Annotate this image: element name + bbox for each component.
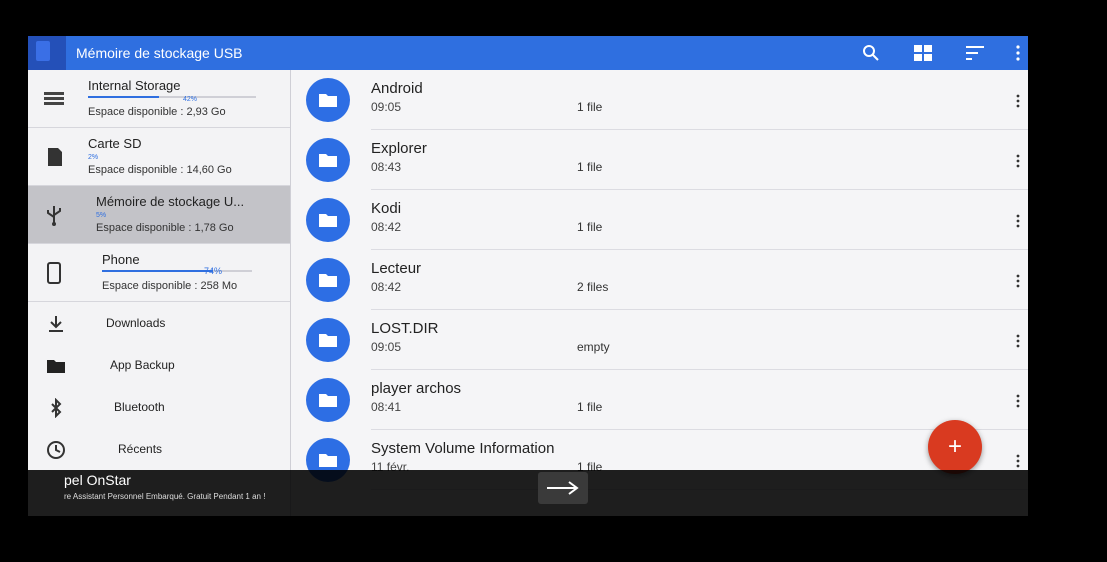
more-vert-icon[interactable]: [1016, 454, 1020, 468]
ad-text: re Assistant Personnel Embarqué. Gratuit…: [64, 492, 266, 501]
notification-overlay: pel OnStar re Assistant Personnel Embarq…: [28, 470, 1028, 516]
sidebar-item-app-backup[interactable]: App Backup: [28, 344, 290, 386]
file-count: 1 file: [577, 160, 603, 174]
folder-icon: [306, 318, 350, 362]
file-name: Explorer: [371, 140, 427, 157]
sort-icon: [966, 46, 984, 60]
file-date: 09:05: [371, 340, 402, 354]
sd-card-icon: [48, 148, 62, 166]
file-date: 08:41: [371, 400, 402, 414]
storage-usage-bar: [88, 96, 256, 98]
download-icon: [49, 316, 63, 332]
sidebar-item-label: Downloads: [106, 316, 166, 330]
file-name: Android: [371, 80, 423, 97]
file-date: 09:05: [371, 100, 402, 114]
search-icon: [863, 45, 879, 61]
more-vert-icon[interactable]: [1016, 154, 1020, 168]
list-item[interactable]: Lecteur 08:42 2 files: [291, 250, 1028, 310]
file-name: LOST.DIR: [371, 320, 439, 337]
sidebar: Internal Storage 42% Espace disponible :…: [28, 70, 291, 516]
file-name: System Volume Information: [371, 440, 555, 457]
storage-percent: 2%: [88, 154, 99, 161]
list-item[interactable]: Android 09:05 1 file: [291, 70, 1028, 130]
storage-name: Mémoire de stockage U...: [96, 194, 245, 209]
more-vert-icon[interactable]: [1016, 274, 1020, 288]
more-vert-icon[interactable]: [1016, 94, 1020, 108]
file-list: Android 09:05 1 file Explorer 08:43 1 fi…: [291, 70, 1028, 516]
sidebar-item-downloads[interactable]: Downloads: [28, 302, 290, 344]
arrow-right-icon: [547, 481, 579, 495]
file-name: player archos: [371, 380, 462, 397]
grid-view-icon: [914, 45, 932, 61]
sd-card-icon: [36, 41, 50, 61]
more-vert-icon: [1016, 45, 1020, 61]
file-name: Lecteur: [371, 260, 422, 277]
usb-icon: [47, 206, 61, 226]
storage-name: Internal Storage: [88, 78, 181, 93]
sidebar-item-sd-card[interactable]: Carte SD 2% Espace disponible : 14,60 Go: [28, 128, 290, 186]
file-manager-screen: Mémoire de stockage USB Internal Storage…: [28, 36, 1028, 516]
drawer-toggle-button[interactable]: [28, 36, 66, 70]
list-item[interactable]: Kodi 08:42 1 file: [291, 190, 1028, 250]
storage-free-space: Espace disponible : 2,93 Go: [88, 106, 226, 118]
folder-icon: [306, 78, 350, 122]
sidebar-item-recents[interactable]: Récents: [28, 428, 290, 470]
next-button[interactable]: [538, 472, 588, 504]
sidebar-item-internal-storage[interactable]: Internal Storage 42% Espace disponible :…: [28, 70, 290, 128]
sidebar-item-bluetooth[interactable]: Bluetooth: [28, 386, 290, 428]
more-vert-icon[interactable]: [1016, 394, 1020, 408]
add-button[interactable]: +: [928, 420, 982, 474]
storage-usage-bar: [102, 270, 252, 272]
file-date: 08:43: [371, 160, 402, 174]
phone-icon: [47, 262, 61, 284]
sidebar-item-usb-storage[interactable]: Mémoire de stockage U... 5% Espace dispo…: [28, 186, 290, 244]
sidebar-item-label: Récents: [118, 442, 163, 456]
clock-icon: [47, 441, 65, 459]
file-count: 1 file: [577, 100, 603, 114]
storage-free-space: Espace disponible : 1,78 Go: [96, 222, 234, 234]
storage-percent: 74%: [204, 266, 223, 276]
list-item[interactable]: player archos 08:41 1 file: [291, 370, 1028, 430]
folder-icon: [306, 378, 350, 422]
storage-name: Carte SD: [88, 136, 142, 151]
more-vert-icon[interactable]: [1016, 334, 1020, 348]
file-name: Kodi: [371, 200, 402, 217]
file-date: 08:42: [371, 220, 402, 234]
file-count: empty: [577, 340, 610, 354]
storage-icon: [44, 92, 64, 105]
more-vert-icon[interactable]: [1016, 214, 1020, 228]
folder-icon: [47, 360, 65, 373]
storage-free-space: Espace disponible : 14,60 Go: [88, 164, 232, 176]
list-item[interactable]: LOST.DIR 09:05 empty: [291, 310, 1028, 370]
more-options-button[interactable]: [1008, 36, 1028, 70]
sidebar-item-label: App Backup: [110, 358, 175, 372]
bluetooth-icon: [51, 398, 62, 418]
file-date: 08:42: [371, 280, 402, 294]
storage-percent: 42%: [183, 96, 198, 103]
toolbar-title: Mémoire de stockage USB: [76, 45, 243, 61]
file-count: 1 file: [577, 220, 603, 234]
folder-icon: [306, 258, 350, 302]
folder-icon: [306, 198, 350, 242]
storage-percent: 5%: [96, 212, 107, 219]
sidebar-item-phone[interactable]: Phone 74% Espace disponible : 258 Mo: [28, 244, 290, 302]
list-item[interactable]: Explorer 08:43 1 file: [291, 130, 1028, 190]
sort-button[interactable]: [956, 36, 994, 70]
folder-icon: [306, 138, 350, 182]
toolbar: Mémoire de stockage USB: [28, 36, 1028, 70]
sidebar-item-label: Bluetooth: [114, 400, 165, 414]
search-button[interactable]: [852, 36, 890, 70]
storage-free-space: Espace disponible : 258 Mo: [102, 280, 238, 292]
file-count: 1 file: [577, 400, 603, 414]
grid-view-button[interactable]: [904, 36, 942, 70]
ad-title: pel OnStar: [64, 472, 131, 488]
storage-name: Phone: [102, 252, 140, 267]
file-count: 2 files: [577, 280, 609, 294]
